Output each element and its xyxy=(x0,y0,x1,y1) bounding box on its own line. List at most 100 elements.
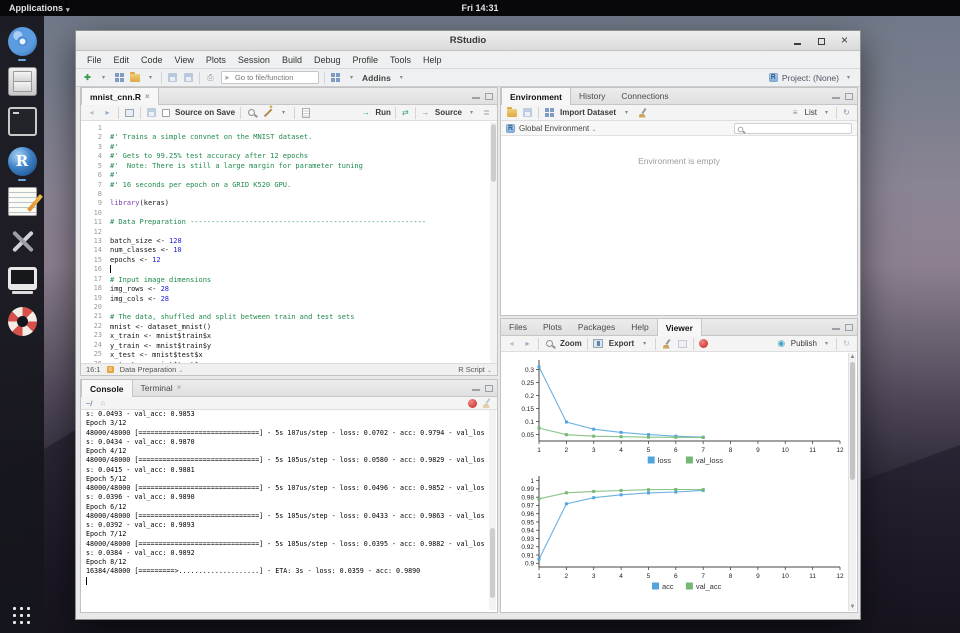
pane-maximize-icon[interactable] xyxy=(485,385,493,392)
menu-session[interactable]: Session xyxy=(232,51,276,69)
menu-plots[interactable]: Plots xyxy=(200,51,232,69)
pane-maximize-icon[interactable] xyxy=(845,93,853,100)
environment-tab-connections[interactable]: Connections xyxy=(613,88,676,104)
viewer-tab-help[interactable]: Help xyxy=(623,319,656,335)
source-caret-icon[interactable] xyxy=(466,107,477,118)
minimize-icon[interactable] xyxy=(793,37,802,46)
environment-search-input[interactable] xyxy=(734,123,852,134)
viewer-tab-files[interactable]: Files xyxy=(501,319,535,335)
export-button[interactable]: Export xyxy=(609,339,634,348)
terminal-launcher[interactable] xyxy=(8,107,37,136)
addins-caret-icon[interactable] xyxy=(396,72,407,83)
scroll-down-icon[interactable]: ▼ xyxy=(849,603,856,611)
clock[interactable]: Fri 14:31 xyxy=(0,0,960,16)
document-outline-icon[interactable] xyxy=(481,107,492,118)
menu-build[interactable]: Build xyxy=(276,51,308,69)
save-all-icon[interactable] xyxy=(184,73,193,82)
project-menu[interactable]: R Project: (None) xyxy=(769,72,854,83)
open-file-icon[interactable] xyxy=(130,74,140,82)
tools-launcher[interactable] xyxy=(8,227,37,256)
load-workspace-icon[interactable] xyxy=(507,109,517,117)
doc-type-menu[interactable]: R Script ⌄ xyxy=(458,365,492,374)
save-source-icon[interactable] xyxy=(147,108,156,117)
forward-icon[interactable] xyxy=(102,107,113,118)
goto-directory-icon[interactable] xyxy=(97,398,108,409)
code-tools-icon[interactable] xyxy=(263,108,273,118)
console-output[interactable]: s: 0.0493 - val_acc: 0.9853Epoch 3/12480… xyxy=(86,410,486,610)
pane-minimize-icon[interactable] xyxy=(832,324,840,331)
save-icon[interactable] xyxy=(168,73,177,82)
close-icon[interactable]: × xyxy=(145,89,150,105)
publish-caret-icon[interactable] xyxy=(821,338,832,349)
save-workspace-icon[interactable] xyxy=(523,108,532,117)
new-file-icon[interactable]: ✚ xyxy=(82,72,93,83)
find-replace-icon[interactable] xyxy=(248,109,255,116)
clear-environment-icon[interactable] xyxy=(638,108,648,118)
import-caret-icon[interactable] xyxy=(621,107,632,118)
viewer-tab-viewer[interactable]: Viewer xyxy=(657,319,702,336)
back-icon[interactable] xyxy=(506,338,517,349)
source-tab-mnist-cnn-r[interactable]: mnist_cnn.R× xyxy=(81,88,159,105)
editor-scrollbar[interactable] xyxy=(490,122,497,363)
environment-tab-history[interactable]: History xyxy=(571,88,613,104)
new-file-caret-icon[interactable] xyxy=(98,72,109,83)
maximize-icon[interactable] xyxy=(817,37,826,46)
menu-file[interactable]: File xyxy=(81,51,108,69)
viewer-refresh-icon[interactable] xyxy=(841,338,852,349)
menu-edit[interactable]: Edit xyxy=(108,51,136,69)
compile-report-icon[interactable] xyxy=(302,108,310,118)
stop-icon[interactable] xyxy=(699,339,708,348)
console-scrollbar[interactable] xyxy=(489,410,496,610)
text-editor-launcher[interactable] xyxy=(8,187,37,216)
scroll-up-icon[interactable]: ▲ xyxy=(849,353,856,361)
app-grid-icon[interactable] xyxy=(13,607,30,624)
rerun-icon[interactable] xyxy=(400,107,411,118)
viewer-scrollbar[interactable]: ▲ ▼ xyxy=(848,353,856,611)
clear-console-icon[interactable] xyxy=(482,398,492,408)
pane-maximize-icon[interactable] xyxy=(485,93,493,100)
environment-tab-environment[interactable]: Environment xyxy=(501,88,571,105)
code-tools-caret-icon[interactable] xyxy=(278,107,289,118)
screen-share-launcher[interactable] xyxy=(8,267,37,296)
panes-caret-icon[interactable] xyxy=(346,72,357,83)
rstudio-launcher[interactable] xyxy=(8,147,37,176)
scope-selector[interactable]: Global Environment ⌄ xyxy=(519,124,597,133)
code-editor[interactable]: 1234567891011121314151617181920212223242… xyxy=(81,122,497,363)
viewer-tab-packages[interactable]: Packages xyxy=(570,319,623,335)
interrupt-r-icon[interactable] xyxy=(468,399,477,408)
section-nav[interactable]: Data Preparation ⌄ xyxy=(120,365,184,374)
pane-minimize-icon[interactable] xyxy=(472,93,480,100)
menu-profile[interactable]: Profile xyxy=(347,51,385,69)
file-manager-launcher[interactable] xyxy=(8,67,37,96)
addins-menu[interactable]: Addins xyxy=(362,73,391,83)
source-on-save-checkbox[interactable] xyxy=(162,109,170,117)
list-view-menu[interactable]: List xyxy=(805,108,817,117)
print-icon[interactable]: ⎙ xyxy=(205,72,216,83)
pane-minimize-icon[interactable] xyxy=(472,385,480,392)
refresh-icon[interactable] xyxy=(841,107,852,118)
export-caret-icon[interactable] xyxy=(639,338,650,349)
menu-help[interactable]: Help xyxy=(417,51,448,69)
run-button[interactable]: Run xyxy=(375,108,391,117)
menu-view[interactable]: View xyxy=(169,51,200,69)
import-dataset-button[interactable]: Import Dataset xyxy=(560,108,616,117)
console-tab-terminal[interactable]: Terminal× xyxy=(133,380,190,396)
menu-debug[interactable]: Debug xyxy=(308,51,347,69)
console-tab-console[interactable]: Console xyxy=(81,380,133,397)
zoom-button[interactable]: Zoom xyxy=(560,339,582,348)
pane-minimize-icon[interactable] xyxy=(832,93,840,100)
title-bar[interactable]: RStudio xyxy=(76,31,860,51)
pane-maximize-icon[interactable] xyxy=(845,324,853,331)
back-icon[interactable] xyxy=(86,107,97,118)
open-in-new-window-icon[interactable] xyxy=(678,340,687,348)
menu-tools[interactable]: Tools xyxy=(384,51,417,69)
new-project-icon[interactable] xyxy=(114,72,125,83)
chromium-launcher[interactable] xyxy=(8,27,37,56)
workspace-panes-icon[interactable] xyxy=(330,72,341,83)
menu-code[interactable]: Code xyxy=(135,51,169,69)
open-recent-caret-icon[interactable] xyxy=(145,72,156,83)
publish-button[interactable]: Publish xyxy=(791,339,817,348)
goto-file-input[interactable] xyxy=(221,71,319,84)
forward-icon[interactable] xyxy=(522,338,533,349)
close-icon[interactable] xyxy=(841,37,850,46)
